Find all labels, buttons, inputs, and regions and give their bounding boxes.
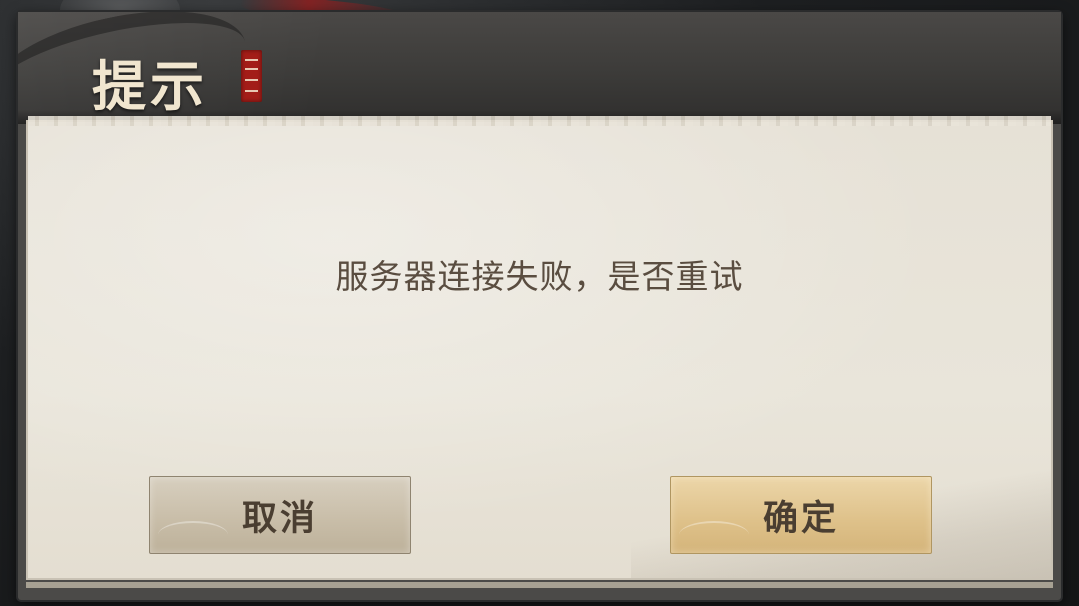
seal-icon	[241, 50, 262, 102]
dialog-title: 提示	[92, 54, 208, 118]
dialog-body: 服务器连接失败，是否重试 取消 确定	[26, 116, 1053, 580]
paper-torn-edge	[28, 116, 1051, 126]
prompt-dialog: 提示 服务器连接失败，是否重试 取消 确定	[18, 12, 1061, 600]
button-swirl-decoration	[679, 521, 749, 549]
cancel-button-label: 取消	[241, 497, 318, 539]
confirm-button-label: 确定	[762, 497, 839, 539]
button-swirl-decoration	[158, 521, 228, 549]
game-background: 提示 服务器连接失败，是否重试 取消 确定	[0, 0, 1079, 606]
dialog-message: 服务器连接失败，是否重试	[335, 257, 744, 296]
dialog-header: 提示	[18, 12, 1061, 124]
dialog-bottom-edge	[26, 582, 1053, 588]
cancel-button[interactable]: 取消	[149, 476, 411, 554]
confirm-button[interactable]: 确定	[670, 476, 932, 554]
